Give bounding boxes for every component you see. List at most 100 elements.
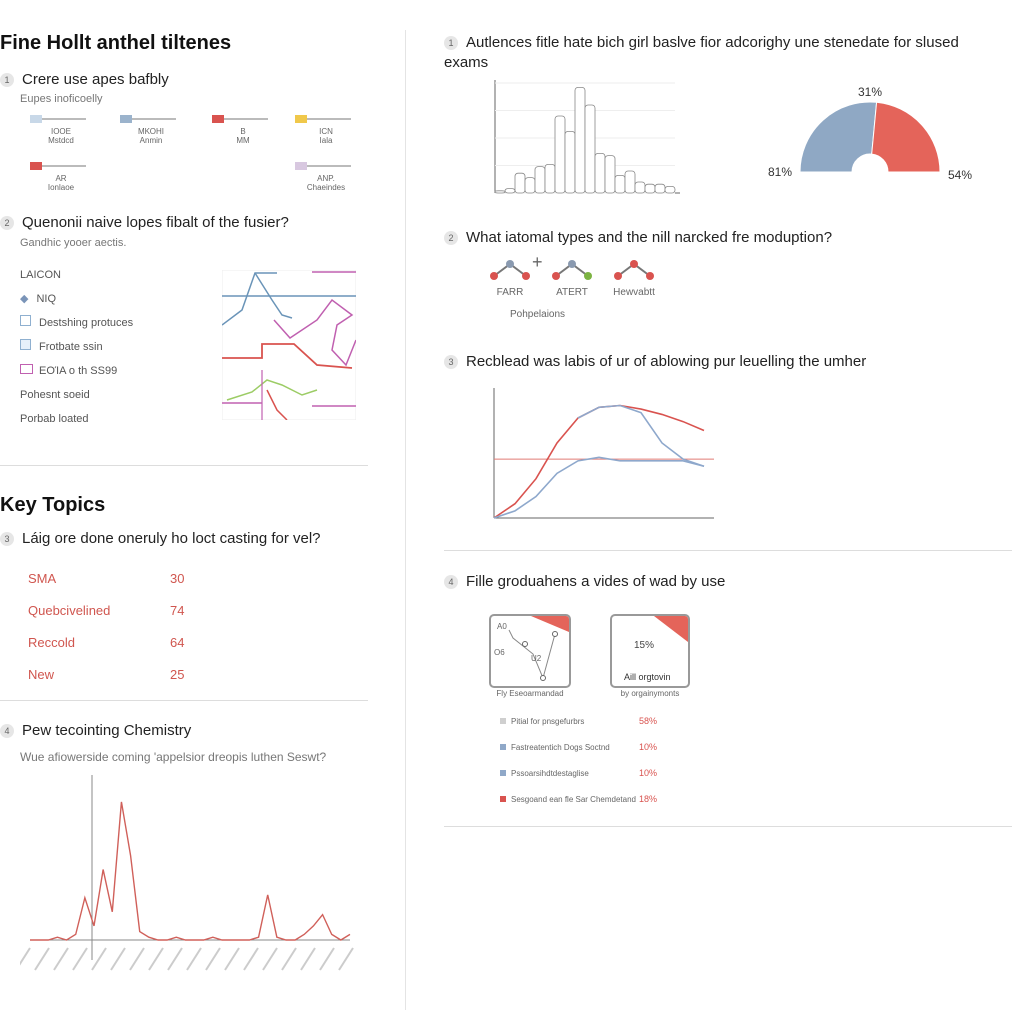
divider (444, 550, 1012, 551)
option-item[interactable]: ◆ NIQ (20, 287, 133, 311)
tick-label (319, 947, 335, 971)
checkbox-icon[interactable] (20, 339, 31, 350)
question-text: Láig ore done oneruly ho loct casting fo… (22, 530, 321, 547)
tick-label (110, 947, 126, 971)
apparatus-item[interactable]: AR Ionlaoe (30, 162, 92, 192)
tick-label (338, 947, 354, 971)
tick-label (224, 947, 240, 971)
topic-table: SMA 30 Quebcivelined 74 Reccold 64 New 25 (28, 563, 184, 691)
question-number: 3 (0, 532, 14, 546)
legend-label: Pssoarsihdtdestaglise (511, 768, 589, 778)
percent-card[interactable]: 15% Aill orgtovin (610, 614, 690, 688)
question-number: 1 (0, 73, 14, 87)
apparatus-code: ICN (319, 127, 333, 136)
question-r4: 4 Fille groduahens a vides of wad by use (444, 573, 725, 590)
apparatus-icon (30, 162, 92, 170)
molecule-item[interactable]: ATERT (550, 256, 594, 298)
tick-label (281, 947, 297, 971)
apparatus-item[interactable]: ANP. Chaeindes (295, 162, 357, 192)
option-item[interactable]: EOΊA o th SS99 (20, 359, 133, 383)
topic-value: 74 (170, 603, 185, 618)
series-line (493, 456, 705, 519)
tick-label (300, 947, 316, 971)
spectrum-chart (20, 775, 354, 971)
legend-item: Sesgoand ean fle Sar Chemdetand 18% (500, 786, 657, 812)
apparatus-icon (295, 115, 357, 123)
option-item[interactable]: Frotbate ssin (20, 335, 133, 359)
question-subtitle: Eupes inoficoelly (20, 93, 103, 105)
legend-swatch (500, 744, 506, 750)
legend-item: Fastreatentich Dogs Soctnd 10% (500, 734, 657, 760)
histogram-bar (624, 170, 636, 194)
histogram-bar (554, 115, 566, 194)
legend-list: Pitial for pnsgefurbrs 58% Fastreatentic… (500, 708, 657, 812)
checkbox-icon[interactable] (20, 364, 33, 374)
legend-label: Sesgoand ean fle Sar Chemdetand (511, 794, 636, 804)
question-number: 3 (444, 355, 458, 369)
histogram-bar (614, 175, 626, 194)
topic-value: 30 (170, 571, 185, 586)
spectrum-line (30, 801, 351, 941)
tick-label (129, 947, 145, 971)
histogram-bar (504, 188, 516, 194)
apparatus-item[interactable]: B MM (212, 115, 274, 145)
question-number: 1 (444, 36, 458, 50)
apparatus-code: ANP. (317, 174, 335, 183)
tick-label (20, 947, 31, 966)
question-3: 3 Láig ore done oneruly ho loct casting f… (0, 530, 321, 547)
question-r3: 3 Recblead was labis of ur of ablowing pu… (444, 353, 866, 370)
molecule-item[interactable]: FARR (488, 256, 532, 298)
phase-diagram (222, 270, 356, 420)
apparatus-label: Anmin (139, 136, 163, 145)
diagram-frame (222, 270, 356, 420)
question-4: 4 Pew tecointing Chemistry (0, 722, 191, 739)
apparatus-label: MM (236, 136, 250, 145)
legend-swatch (500, 796, 506, 802)
question-number: 4 (444, 575, 458, 589)
histogram-chart (494, 80, 680, 194)
checkbox-icon[interactable] (20, 315, 31, 326)
apparatus-label: Iala (319, 136, 333, 145)
legend-swatch (500, 770, 506, 776)
apparatus-icon (120, 115, 182, 123)
graph-card[interactable]: A0 O6 U2 (489, 614, 571, 688)
molecule-label: ATERT (556, 287, 588, 298)
topic-label: Quebcivelined (28, 603, 111, 618)
molecule-icon (614, 260, 654, 280)
histogram-bar (574, 86, 586, 194)
histogram-bar (564, 131, 576, 194)
key-topics-heading: Key Topics (0, 494, 106, 516)
question-text: Fille groduahens a vides of wad by use (466, 573, 726, 590)
question-text: Pew tecointing Chemistry (22, 722, 192, 739)
legend-value: 58% (639, 716, 658, 726)
slice-label: 31% (858, 85, 882, 99)
histogram-bar (534, 166, 546, 194)
apparatus-label: Mstdcd (48, 136, 74, 145)
histogram-bar (524, 177, 536, 194)
option-item[interactable]: Destshing protuces (20, 311, 133, 335)
molecule-icon (490, 260, 530, 280)
histogram-bar (604, 155, 616, 194)
tick-label (72, 947, 88, 971)
card-value: 15% (634, 640, 655, 651)
apparatus-item[interactable]: ΜΚΟΗΙ Anmin (120, 115, 182, 145)
tick-label (205, 947, 221, 971)
divider (444, 826, 1012, 827)
question-number: 4 (0, 724, 14, 738)
half-donut-chart: 31% 81% 54% (768, 85, 972, 182)
apparatus-label: Chaeindes (306, 183, 346, 192)
topic-row: SMA 30 (28, 563, 184, 595)
legend-value: 10% (639, 742, 658, 752)
legend-item: Pitial for pnsgefurbrs 58% (500, 708, 657, 734)
apparatus-code: ΜΚΟΗΙ (138, 127, 164, 136)
legend-label: Fastreatentich Dogs Soctnd (511, 742, 610, 752)
topic-row: New 25 (28, 659, 184, 691)
topic-value: 64 (170, 635, 185, 650)
apparatus-item[interactable]: ΙΟΟΕ Mstdcd (30, 115, 92, 145)
apparatus-icon (295, 162, 357, 170)
question-1: 1 Crere use apes bafbly (0, 71, 169, 88)
diamond-icon: ◆ (20, 293, 29, 305)
apparatus-item[interactable]: ICN Iala (295, 115, 357, 145)
molecule-item[interactable]: Hewvabtt (612, 256, 656, 298)
apparatus-code: ΙΟΟΕ (50, 127, 71, 136)
